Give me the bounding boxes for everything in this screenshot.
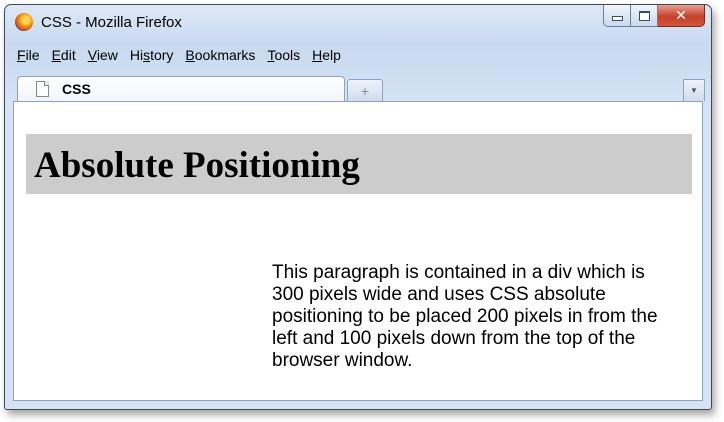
menu-label: ile	[25, 47, 40, 63]
menu-history[interactable]: History	[130, 47, 174, 63]
menu-tools[interactable]: Tools	[267, 47, 300, 63]
menu-accel: V	[87, 47, 97, 63]
menu-bar: File Edit View History Bookmarks Tools H…	[11, 43, 705, 67]
menu-accel: s	[143, 47, 151, 63]
menu-label: iew	[96, 47, 118, 63]
menu-label: elp	[322, 47, 341, 63]
menu-help[interactable]: Help	[312, 47, 341, 63]
menu-file[interactable]: File	[17, 47, 40, 63]
window-controls: ✕	[603, 5, 705, 27]
close-icon: ✕	[675, 7, 687, 24]
firefox-logo-icon	[15, 13, 33, 31]
page-content: Absolute Positioning This paragraph is c…	[13, 101, 703, 401]
window-title: CSS - Mozilla Firefox	[41, 14, 182, 31]
tab-label: CSS	[62, 81, 91, 97]
absolute-paragraph: This paragraph is contained in a div whi…	[272, 262, 658, 371]
menu-label: ookmarks	[194, 47, 256, 63]
new-tab-button[interactable]: +	[347, 79, 383, 101]
heading-box: Absolute Positioning	[26, 134, 692, 194]
page-heading: Absolute Positioning	[34, 145, 360, 186]
browser-window: CSS - Mozilla Firefox ✕ File Edit View H…	[4, 4, 712, 410]
plus-icon: +	[360, 82, 370, 99]
tab-css[interactable]: CSS	[17, 76, 345, 101]
title-bar[interactable]: CSS - Mozilla Firefox ✕	[5, 5, 711, 39]
menu-bookmarks[interactable]: Bookmarks	[185, 47, 255, 63]
menu-view[interactable]: View	[88, 47, 118, 63]
menu-accel: H	[312, 47, 323, 63]
menu-label: tory	[150, 47, 174, 63]
menu-label: ools	[274, 47, 301, 63]
chevron-down-icon: ▼	[690, 86, 698, 95]
maximize-button[interactable]	[631, 5, 658, 27]
menu-accel: E	[51, 47, 61, 63]
menu-accel: F	[17, 47, 26, 63]
minimize-icon	[611, 16, 623, 21]
menu-label: dit	[60, 47, 76, 63]
menu-edit[interactable]: Edit	[52, 47, 76, 63]
menu-accel: B	[185, 47, 195, 63]
list-all-tabs-button[interactable]: ▼	[683, 79, 705, 101]
tab-bar: CSS + ▼	[11, 70, 705, 101]
menu-label-pre: Hi	[129, 47, 144, 63]
maximize-icon	[638, 10, 650, 21]
minimize-button[interactable]	[603, 5, 631, 27]
close-button[interactable]: ✕	[658, 5, 705, 27]
page-icon	[36, 81, 49, 97]
